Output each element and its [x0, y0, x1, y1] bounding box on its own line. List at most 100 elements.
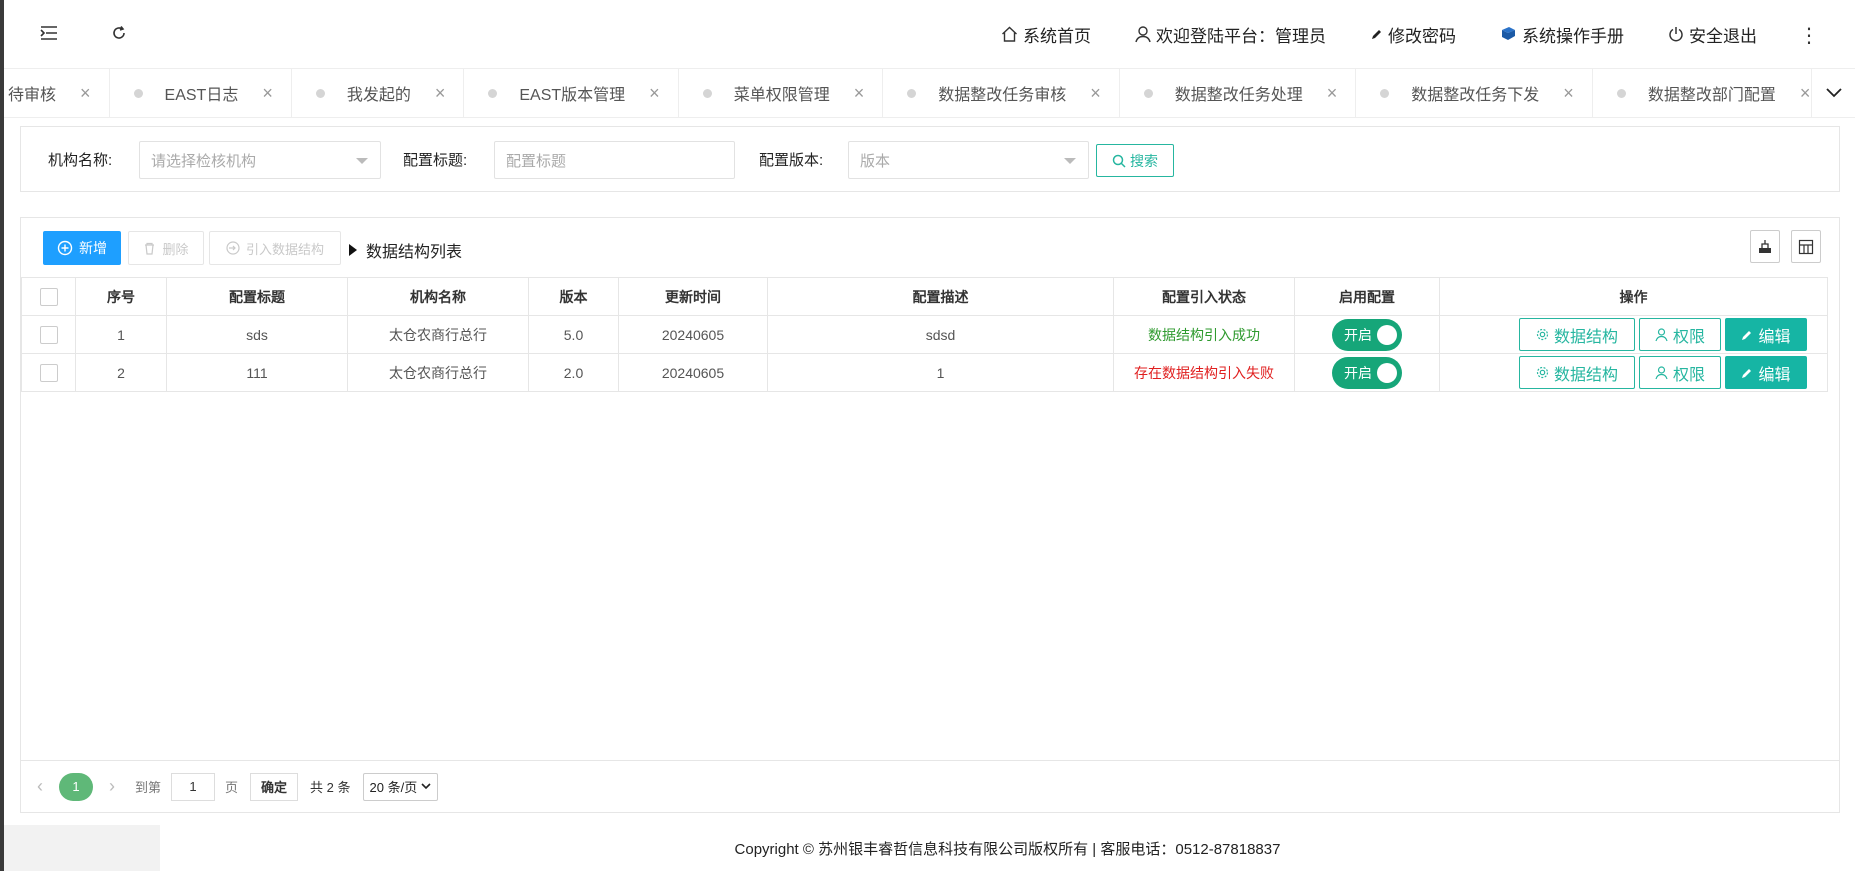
tab-item[interactable]: EAST版本管理 ×: [464, 69, 679, 117]
column-header: 序号: [75, 277, 167, 316]
tab-label: 数据整改任务下发: [1411, 87, 1540, 104]
home-label: 系统首页: [1023, 26, 1091, 46]
refresh-icon[interactable]: [108, 22, 130, 44]
tab-item[interactable]: 数据整改部门配置 ×: [1593, 69, 1830, 117]
cell-org: 太仓农商行总行: [347, 315, 529, 354]
cell-desc: 1: [767, 353, 1114, 392]
tab-item[interactable]: 数据整改任务审核 ×: [883, 69, 1120, 117]
search-button[interactable]: 搜索: [1096, 144, 1174, 177]
column-header: 配置描述: [767, 277, 1114, 316]
tab-close-icon[interactable]: ×: [80, 83, 91, 104]
table-row[interactable]: 1 sds 太仓农商行总行 5.0 20240605 sdsd 数据结构引入成功…: [21, 315, 1828, 354]
menu-collapse-icon[interactable]: [38, 22, 60, 44]
tab-status-dot: [702, 88, 712, 98]
tab-close-icon[interactable]: ×: [1327, 83, 1338, 104]
permission-button[interactable]: 权限: [1639, 356, 1721, 389]
edit-button[interactable]: 编辑: [1725, 356, 1807, 389]
table-panel: 新增 删除 引入数据结构 数据结构列表 序号 配置标题 机构名称 版本 更新时间…: [20, 217, 1840, 813]
tab-item[interactable]: EAST日志 ×: [110, 69, 292, 117]
list-title-label: 数据结构列表: [366, 244, 463, 261]
title-input[interactable]: 配置标题: [494, 141, 735, 179]
table-row[interactable]: 2 111 太仓农商行总行 2.0 20240605 1 存在数据结构引入失败 …: [21, 353, 1828, 392]
search-panel: 机构名称: 请选择检核机构 配置标题: 配置标题 配置版本: 版本 搜索: [20, 126, 1840, 192]
columns-icon[interactable]: [1791, 230, 1821, 263]
tab-label: EAST版本管理: [519, 87, 626, 104]
tab-close-icon[interactable]: ×: [1090, 83, 1101, 104]
enable-toggle[interactable]: 开启: [1332, 318, 1402, 351]
tab-close-icon[interactable]: ×: [649, 83, 660, 104]
cell-updated: 20240605: [618, 353, 768, 392]
tab-item[interactable]: 数据整改任务下发 ×: [1356, 69, 1593, 117]
search-button-label: 搜索: [1130, 152, 1158, 169]
permission-button[interactable]: 权限: [1639, 318, 1721, 351]
page-size-select[interactable]: 20 条/页: [362, 772, 439, 801]
delete-button[interactable]: 删除: [128, 231, 204, 265]
current-page[interactable]: 1: [59, 772, 93, 801]
tab-status-dot: [907, 88, 917, 98]
org-select[interactable]: 请选择检核机构: [139, 141, 381, 179]
tab-close-icon[interactable]: ×: [435, 83, 446, 104]
book-icon: [1502, 27, 1515, 40]
tab-item[interactable]: 菜单权限管理 ×: [679, 69, 884, 117]
tab-item[interactable]: 数据整改任务处理 ×: [1120, 69, 1357, 117]
toggle-label: 开启: [1344, 364, 1372, 381]
top-header: 系统首页 欢迎登陆平台：管理员 修改密码 系统操作手册 安全退出 ⋮: [4, 0, 1855, 68]
tab-close-icon[interactable]: ×: [262, 83, 273, 104]
cell-enabled: 开启: [1294, 315, 1440, 354]
tab-label: EAST日志: [164, 87, 239, 104]
caret-right-icon: [349, 244, 357, 256]
title-placeholder: 配置标题: [506, 152, 567, 170]
structure-label: 数据结构: [1553, 366, 1618, 384]
page-unit-label: 页: [225, 780, 239, 795]
import-structure-button[interactable]: 引入数据结构: [209, 231, 341, 265]
goto-confirm-button[interactable]: 确定: [250, 772, 299, 801]
tab-close-icon[interactable]: ×: [1563, 83, 1574, 104]
prev-page-icon[interactable]: ‹: [27, 776, 53, 797]
tab-dropdown-chevron-icon[interactable]: [1811, 69, 1855, 117]
structure-button[interactable]: 数据结构: [1519, 356, 1635, 389]
row-checkbox[interactable]: [39, 325, 58, 344]
tab-bar: 待审核 × EAST日志 × 我发起的 × EAST版本管理 × 菜单权限管理 × 数据整改任务审核…: [4, 68, 1855, 118]
home-link[interactable]: 系统首页: [979, 22, 1113, 47]
enable-toggle[interactable]: 开启: [1332, 356, 1402, 389]
user-welcome[interactable]: 欢迎登陆平台：管理员: [1113, 22, 1348, 47]
change-password-link[interactable]: 修改密码: [1348, 22, 1478, 47]
select-all-cell[interactable]: [21, 277, 76, 316]
edit-label: 编辑: [1758, 328, 1791, 346]
tab-item[interactable]: 我发起的 ×: [292, 69, 465, 117]
tab-status-dot: [133, 88, 143, 98]
copyright-footer: Copyright © 苏州银丰睿哲信息科技有限公司版权所有 | 客服电话：05…: [160, 825, 1855, 871]
manual-link[interactable]: 系统操作手册: [1478, 22, 1646, 47]
list-title[interactable]: 数据结构列表: [349, 238, 462, 262]
cell-enabled: 开启: [1294, 353, 1440, 392]
pencil-icon: [1372, 29, 1381, 39]
logout-link[interactable]: 安全退出: [1646, 22, 1779, 47]
export-icon[interactable]: [1750, 230, 1780, 263]
permission-label: 权限: [1672, 328, 1705, 346]
row-checkbox[interactable]: [39, 363, 58, 382]
add-button[interactable]: 新增: [43, 231, 121, 265]
column-header: 版本: [528, 277, 619, 316]
column-header: 配置标题: [166, 277, 348, 316]
add-button-label: 新增: [79, 240, 107, 256]
tab-close-icon[interactable]: ×: [1800, 83, 1811, 104]
goto-page-input[interactable]: 1: [171, 772, 216, 801]
import-button-label: 引入数据结构: [245, 241, 324, 257]
column-header: 操作: [1439, 277, 1828, 316]
edit-button[interactable]: 编辑: [1725, 318, 1807, 351]
tab-item[interactable]: 待审核 ×: [4, 69, 110, 117]
tab-label: 数据整改部门配置: [1647, 87, 1776, 104]
structure-button[interactable]: 数据结构: [1519, 318, 1635, 351]
cell-actions: 数据结构 权限 编辑: [1439, 353, 1828, 392]
tab-status-dot: [315, 88, 325, 98]
more-vertical-icon[interactable]: ⋮: [1799, 24, 1819, 47]
table-header-row: 序号 配置标题 机构名称 版本 更新时间 配置描述 配置引入状态 启用配置 操作: [21, 277, 1828, 316]
next-page-icon[interactable]: ›: [99, 776, 125, 797]
cell-index: 1: [75, 315, 167, 354]
tab-close-icon[interactable]: ×: [854, 83, 865, 104]
version-select[interactable]: 版本: [848, 141, 1089, 179]
tab-status-dot: [1143, 88, 1153, 98]
select-all-checkbox[interactable]: [39, 287, 58, 306]
plus-circle-icon: [57, 240, 73, 256]
pencil-icon: [1742, 368, 1752, 378]
